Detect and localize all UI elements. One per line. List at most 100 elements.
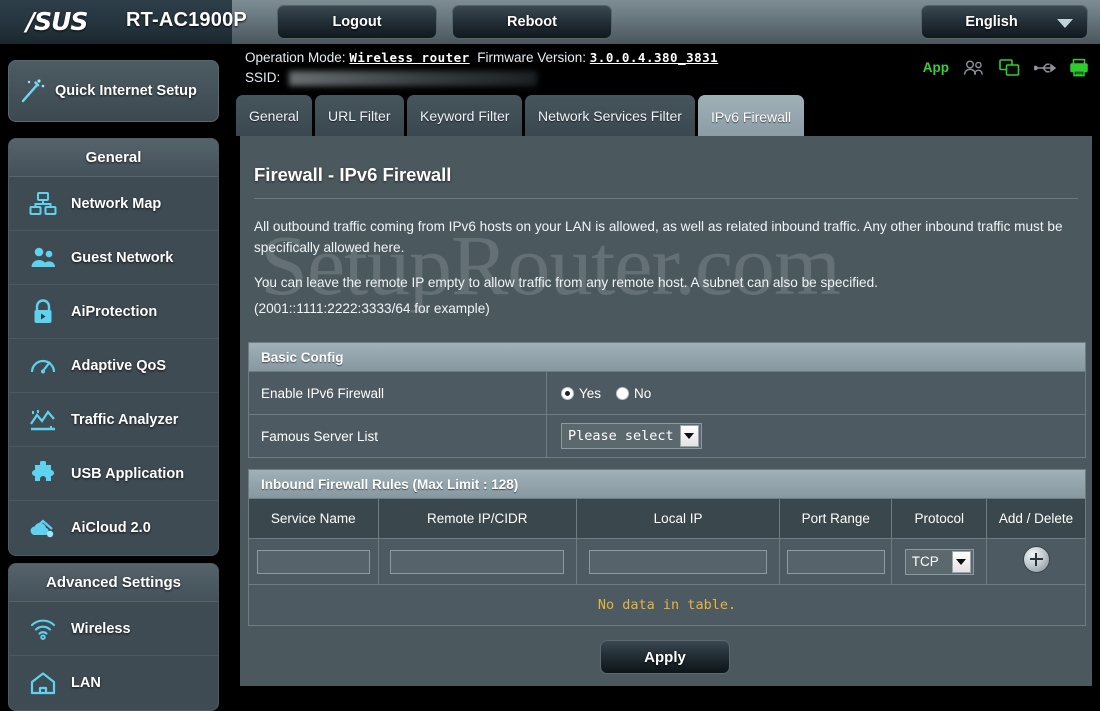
firmware-label: Firmware Version: [477,50,587,65]
firmware-version-value[interactable]: 3.0.0.4.380_3831 [590,50,718,65]
protocol-selected: TCP [911,554,939,569]
network-map-icon [23,187,63,221]
usb-icon[interactable] [1034,61,1056,75]
sidebar-label: Wireless [71,620,131,637]
column-protocol: Protocol [891,498,988,539]
radio-no-input[interactable] [616,386,630,400]
sidebar-item-wireless[interactable]: Wireless [9,602,218,656]
description-example: (2001::1111:2222:3333/64 for example) [254,301,490,316]
chevron-down-icon[interactable] [679,425,699,447]
sidebar-item-aiprotection[interactable]: AiProtection [9,285,218,339]
tab-strip: General URL Filter Keyword Filter Networ… [232,92,1100,139]
sidebar-label: Guest Network [71,249,174,266]
column-service-name: Service Name [249,498,379,539]
apply-divider [248,625,1086,626]
radio-no-label: No [634,385,652,401]
enable-ipv6-firewall-value: Yes No [547,372,1085,414]
cell-local-ip [576,538,781,585]
enable-ipv6-firewall-row: Enable IPv6 Firewall Yes No [249,371,1085,414]
chart-icon [23,403,63,437]
logout-button[interactable]: Logout [277,5,437,39]
tab-ipv6-firewall[interactable]: IPv6 Firewall [698,95,805,139]
sidebar-item-usb-application[interactable]: USB Application [9,447,218,501]
sidebar-general-header: General [9,139,218,177]
tab-general[interactable]: General [236,95,312,136]
info-bar: Operation Mode: Wireless router Firmware… [232,44,1100,92]
column-remote-ip: Remote IP/CIDR [378,498,577,539]
tab-keyword-filter[interactable]: Keyword Filter [407,95,523,136]
sidebar-item-guest-network[interactable]: Guest Network [9,231,218,285]
sidebar-item-traffic-analyzer[interactable]: Traffic Analyzer [9,393,218,447]
cell-port-range [779,538,893,585]
table-header-row: Service Name Remote IP/CIDR Local IP Por… [249,498,1085,539]
sidebar-group-advanced: Advanced Settings Wireless LAN [8,563,219,711]
famous-server-list-selected: Please select [568,428,674,444]
port-range-input[interactable] [786,549,885,574]
sidebar-label: AiCloud 2.0 [71,520,151,536]
wifi-icon [23,612,63,646]
language-selector[interactable]: English [921,5,1088,39]
local-ip-input[interactable] [589,549,767,574]
tab-network-services-filter[interactable]: Network Services Filter [525,95,695,136]
operation-mode-value[interactable]: Wireless router [349,50,469,65]
quick-internet-setup-button[interactable]: Quick Internet Setup [8,60,219,122]
description-paragraph-1: All outbound traffic coming from IPv6 ho… [254,219,1063,255]
ssid-label: SSID: [245,70,281,85]
sidebar-item-aicloud[interactable]: AiCloud 2.0 [9,501,218,555]
sidebar-group-general: General Network Map Guest Network AiProt… [8,138,219,556]
famous-server-list-value: Please select [547,415,1085,457]
sidebar-label: USB Application [71,465,185,482]
column-add-delete: Add / Delete [986,498,1085,539]
printer-icon[interactable] [1070,58,1088,77]
famous-server-list-select[interactable]: Please select [561,423,702,449]
radio-yes-input[interactable] [561,386,574,400]
title-divider [254,198,1078,199]
sidebar-label: Traffic Analyzer [71,411,179,428]
enable-ipv6-firewall-label: Enable IPv6 Firewall [249,372,547,414]
famous-server-list-label: Famous Server List [249,415,547,457]
guest-network-icon [23,241,63,275]
sidebar-item-adaptive-qos[interactable]: Adaptive QoS [9,339,218,393]
radio-yes[interactable]: Yes [561,386,601,401]
sidebar-label: Adaptive QoS [71,357,167,374]
tab-url-filter[interactable]: URL Filter [315,95,404,136]
magic-wand-icon [9,76,55,106]
sidebar-item-network-map[interactable]: Network Map [9,177,218,231]
no-data-message: No data in table. [249,584,1085,625]
lock-icon [23,295,63,329]
reboot-button[interactable]: Reboot [452,5,612,39]
ssid-value-redacted [289,70,538,86]
operation-mode-label: Operation Mode: [245,50,346,65]
sidebar-item-lan[interactable]: LAN [9,656,218,710]
connected-devices-icon[interactable] [999,58,1020,77]
main-content: Firewall - IPv6 Firewall All outbound tr… [232,136,1100,686]
home-icon [23,666,63,700]
cloud-icon [23,511,63,545]
top-bar: /SUS RT-AC1900P Logout Reboot English [0,0,1100,44]
puzzle-icon [23,457,63,491]
famous-server-list-row: Famous Server List Please select [249,414,1085,457]
guest-users-icon[interactable] [963,60,985,76]
inbound-rules-header: Inbound Firewall Rules (Max Limit : 128) [249,470,1085,498]
protocol-select[interactable]: TCP [904,548,974,575]
column-local-ip: Local IP [576,498,781,539]
app-label[interactable]: App [923,60,949,75]
gauge-icon [23,349,63,383]
radio-yes-label: Yes [579,385,602,401]
quick-internet-setup-label: Quick Internet Setup [55,82,197,99]
service-name-input[interactable] [256,549,370,574]
apply-button[interactable]: Apply [600,640,730,674]
column-port-range: Port Range [779,498,893,539]
page-title: Firewall - IPv6 Firewall [254,164,452,185]
add-rule-button[interactable] [1022,545,1050,573]
remote-ip-input[interactable] [390,549,565,574]
header-status-icons: App [923,58,1088,77]
table-entry-row: TCP [249,538,1085,585]
chevron-down-icon[interactable] [951,550,971,573]
radio-no[interactable]: No [616,386,651,401]
sidebar: Quick Internet Setup General Network Map… [0,44,232,711]
inbound-rules-table: Service Name Remote IP/CIDR Local IP Por… [249,498,1085,625]
cell-add-delete [986,538,1085,585]
sidebar-advanced-header: Advanced Settings [9,564,218,602]
inbound-firewall-rules-section: Inbound Firewall Rules (Max Limit : 128)… [248,469,1086,626]
